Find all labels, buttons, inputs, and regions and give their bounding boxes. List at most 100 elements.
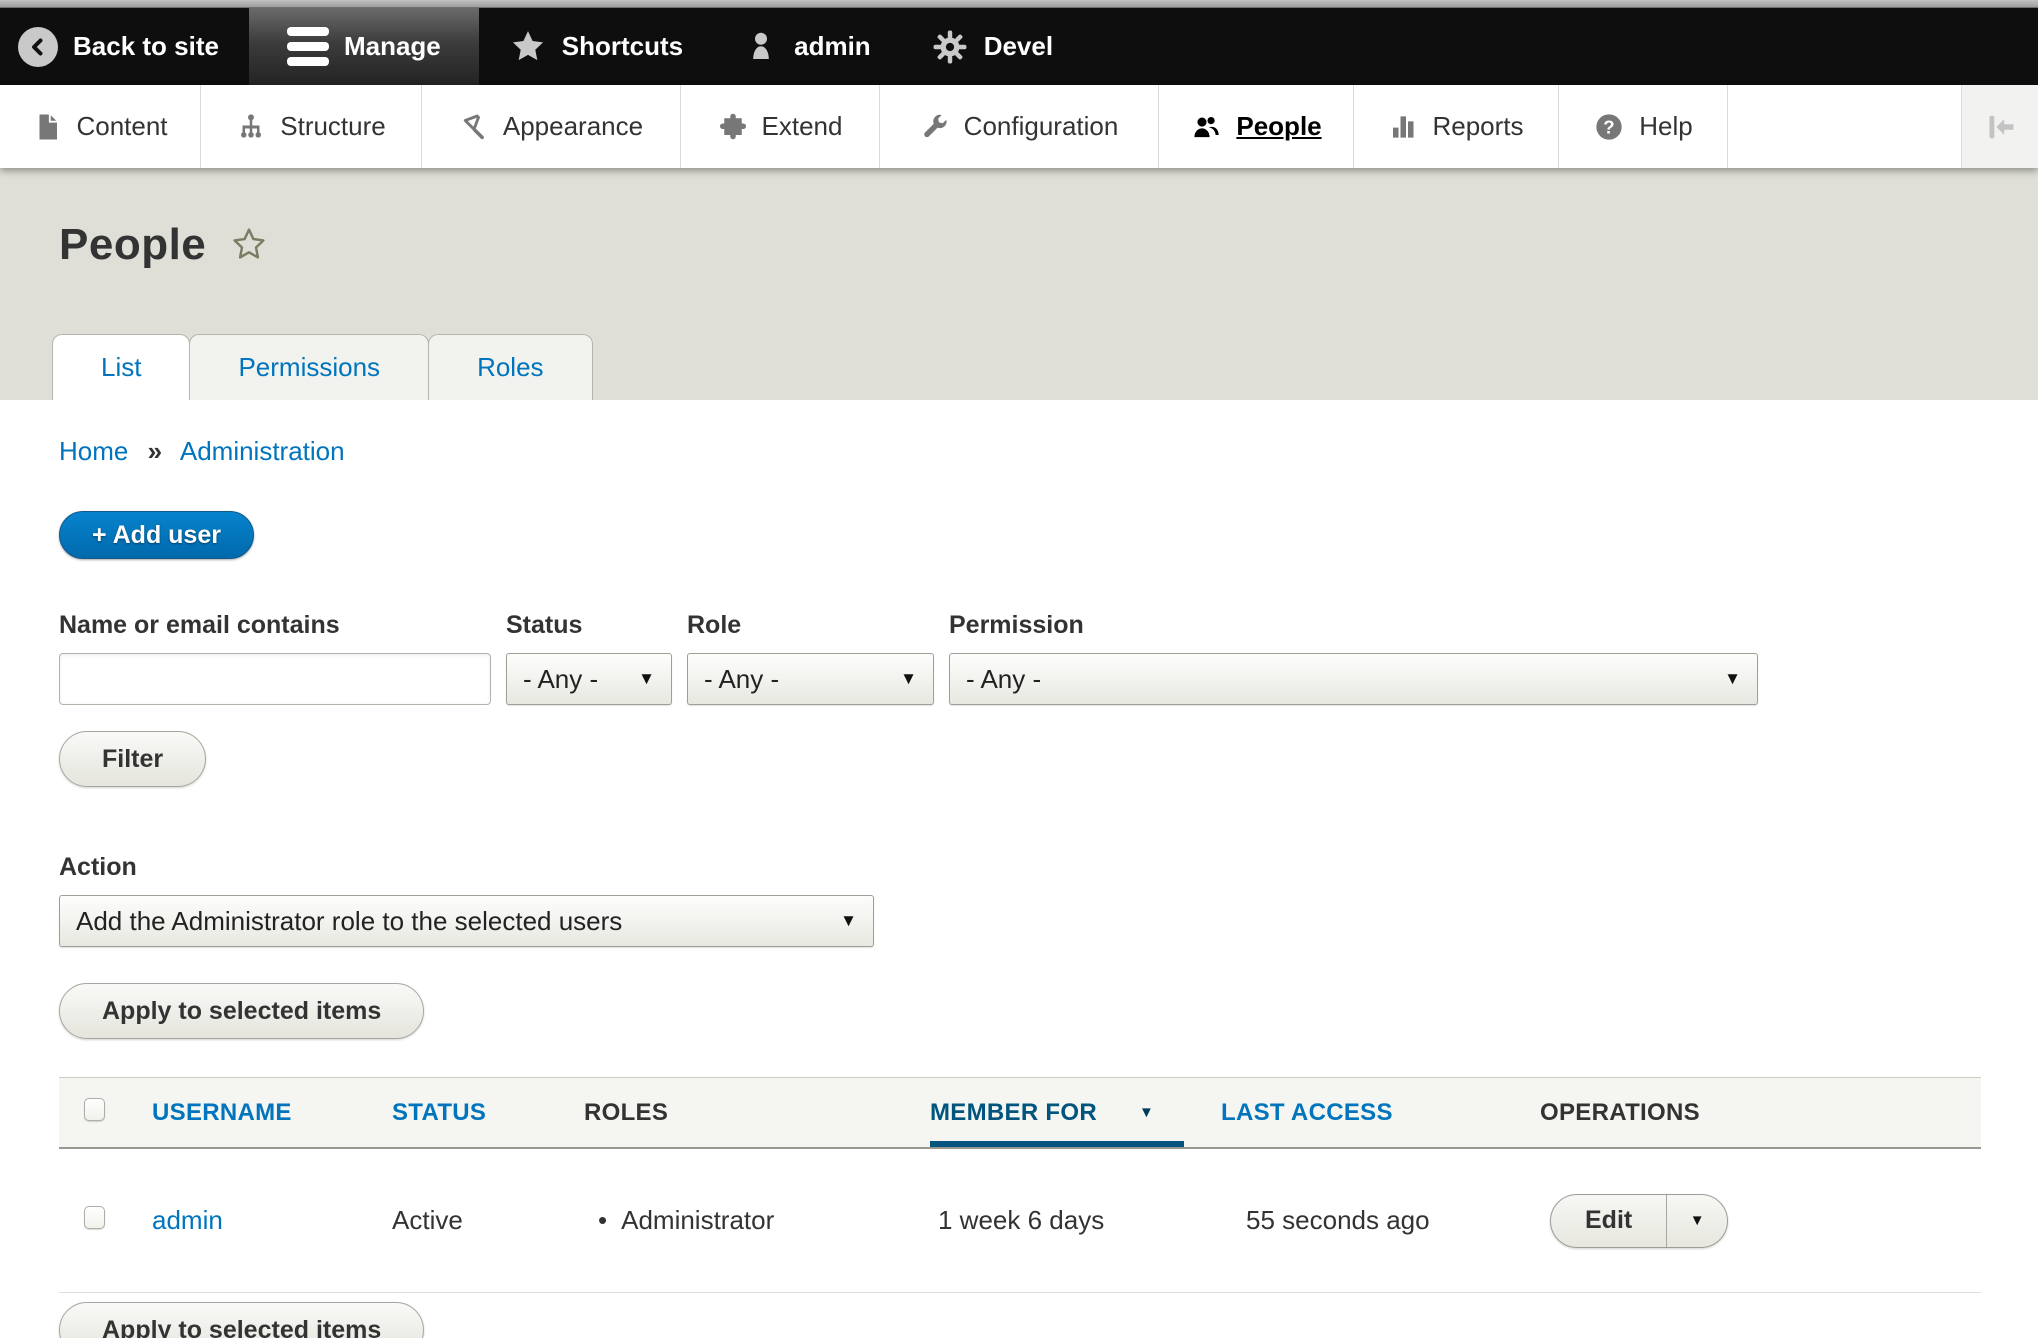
name-filter-input[interactable] xyxy=(59,653,491,705)
apply-to-selected-button-top[interactable]: Apply to selected items xyxy=(59,983,424,1039)
status-filter-value: - Any - xyxy=(523,664,598,695)
menu-item-people-label: People xyxy=(1236,111,1321,142)
edit-button[interactable]: Edit xyxy=(1551,1195,1667,1247)
role-filter-select[interactable]: - Any - ▼ xyxy=(687,653,934,705)
tray-spacer xyxy=(1728,85,1962,168)
admin-account-button[interactable]: admin xyxy=(713,8,901,85)
menu-item-configuration-label: Configuration xyxy=(964,111,1119,142)
permission-filter-select[interactable]: - Any - ▼ xyxy=(949,653,1758,705)
status-filter-label: Status xyxy=(506,611,672,640)
menu-item-reports-label: Reports xyxy=(1432,111,1523,142)
status-cell: Active xyxy=(392,1205,584,1236)
svg-text:?: ? xyxy=(1604,116,1615,137)
role-filter-value: - Any - xyxy=(704,664,779,695)
tab-permissions-label: Permissions xyxy=(238,352,380,383)
admin-account-label: admin xyxy=(794,31,871,62)
manage-menu-button[interactable]: Manage xyxy=(249,8,479,85)
action-label: Action xyxy=(59,853,1981,882)
role-filter-field: Role - Any - ▼ xyxy=(687,611,934,705)
primary-tabs: List Permissions Roles xyxy=(52,334,592,400)
puzzle-icon xyxy=(718,112,748,142)
back-circle-icon xyxy=(18,27,58,67)
member-for-cell: 1 week 6 days xyxy=(930,1205,1221,1236)
user-icon xyxy=(743,29,779,65)
column-header-username[interactable]: USERNAME xyxy=(152,1099,392,1127)
menu-item-configuration[interactable]: Configuration xyxy=(880,85,1159,168)
column-header-status[interactable]: STATUS xyxy=(392,1099,584,1127)
menu-item-help-label: Help xyxy=(1639,111,1692,142)
role-filter-label: Role xyxy=(687,611,934,640)
roles-cell: • Administrator xyxy=(584,1205,930,1236)
action-form: Action Add the Administrator role to the… xyxy=(59,853,1981,1039)
shortcuts-label: Shortcuts xyxy=(562,31,683,62)
row-select-checkbox[interactable] xyxy=(84,1206,105,1229)
collapse-tray-button[interactable] xyxy=(1962,85,2038,168)
breadcrumb: Home » Administration xyxy=(59,436,1981,467)
status-filter-select[interactable]: - Any - ▼ xyxy=(506,653,672,705)
breadcrumb-administration-link[interactable]: Administration xyxy=(180,436,345,466)
action-select[interactable]: Add the Administrator role to the select… xyxy=(59,895,874,947)
filter-button[interactable]: Filter xyxy=(59,731,206,787)
apply-to-selected-button-bottom[interactable]: Apply to selected items xyxy=(59,1302,424,1338)
select-all-checkbox[interactable] xyxy=(84,1098,105,1121)
username-link[interactable]: admin xyxy=(152,1205,223,1235)
browser-chrome-strip xyxy=(0,0,2038,8)
filter-form: Name or email contains Status - Any - ▼ … xyxy=(59,611,1981,705)
menu-item-content[interactable]: Content xyxy=(0,85,201,168)
admin-menu-tray: Content Structure Appearance Extend Conf… xyxy=(0,85,2038,168)
menu-item-people[interactable]: People xyxy=(1159,85,1354,168)
page-title: People xyxy=(59,220,206,270)
column-header-last-access[interactable]: LAST ACCESS xyxy=(1221,1099,1540,1127)
devel-label: Devel xyxy=(984,31,1053,62)
collapse-left-icon xyxy=(1982,109,2018,145)
status-filter-field: Status - Any - ▼ xyxy=(506,611,672,705)
breadcrumb-home-link[interactable]: Home xyxy=(59,436,128,466)
tab-permissions[interactable]: Permissions xyxy=(189,334,429,400)
devel-button[interactable]: Devel xyxy=(901,8,1083,85)
operations-dropdown-button[interactable]: Edit ▼ xyxy=(1550,1194,1728,1248)
chevron-down-icon: ▼ xyxy=(638,669,655,689)
permission-filter-value: - Any - xyxy=(966,664,1041,695)
manage-label: Manage xyxy=(344,31,441,62)
menu-item-extend[interactable]: Extend xyxy=(681,85,880,168)
back-to-site-button[interactable]: Back to site xyxy=(0,8,249,85)
admin-toolbar: Back to site Manage Shortcuts admin Deve… xyxy=(0,8,2038,85)
last-access-cell: 55 seconds ago xyxy=(1221,1205,1540,1236)
chevron-down-icon: ▼ xyxy=(900,669,917,689)
menu-item-appearance[interactable]: Appearance xyxy=(422,85,681,168)
column-header-member-for[interactable]: MEMBER FOR ▼ xyxy=(930,1078,1221,1147)
people-icon xyxy=(1190,111,1222,143)
permission-filter-label: Permission xyxy=(949,611,1758,640)
role-value: Administrator xyxy=(621,1205,774,1236)
column-header-operations: OPERATIONS xyxy=(1540,1099,1981,1127)
tab-list-label: List xyxy=(101,352,141,383)
operations-caret[interactable]: ▼ xyxy=(1667,1195,1727,1247)
column-header-member-for-label: MEMBER FOR xyxy=(930,1099,1097,1127)
add-user-button[interactable]: + Add user xyxy=(59,511,254,559)
sort-desc-icon: ▼ xyxy=(1139,1104,1154,1121)
tab-list[interactable]: List xyxy=(52,334,190,400)
menu-item-help[interactable]: ? Help xyxy=(1559,85,1728,168)
name-filter-field: Name or email contains xyxy=(59,611,491,705)
menu-item-structure[interactable]: Structure xyxy=(201,85,422,168)
menu-item-content-label: Content xyxy=(76,111,167,142)
chevron-down-icon: ▼ xyxy=(840,911,857,931)
menu-item-extend-label: Extend xyxy=(762,111,843,142)
document-icon xyxy=(32,112,62,142)
table-header-row: USERNAME STATUS ROLES MEMBER FOR ▼ LAST … xyxy=(59,1077,1981,1149)
shortcuts-button[interactable]: Shortcuts xyxy=(479,8,713,85)
table-row: admin Active • Administrator 1 week 6 da… xyxy=(59,1149,1981,1293)
menu-item-reports[interactable]: Reports xyxy=(1354,85,1559,168)
users-table: USERNAME STATUS ROLES MEMBER FOR ▼ LAST … xyxy=(59,1077,1981,1293)
list-bullet: • xyxy=(598,1205,607,1236)
page-header: People List Permissions Roles xyxy=(0,168,2038,400)
tab-roles[interactable]: Roles xyxy=(428,334,592,400)
name-filter-label: Name or email contains xyxy=(59,611,491,640)
menu-item-structure-label: Structure xyxy=(280,111,386,142)
chevron-down-icon: ▼ xyxy=(1690,1212,1705,1229)
question-icon: ? xyxy=(1593,111,1625,143)
star-icon xyxy=(509,28,547,66)
menu-item-appearance-label: Appearance xyxy=(503,111,643,142)
star-outline-icon[interactable] xyxy=(228,224,270,266)
paintbrush-icon xyxy=(459,112,489,142)
